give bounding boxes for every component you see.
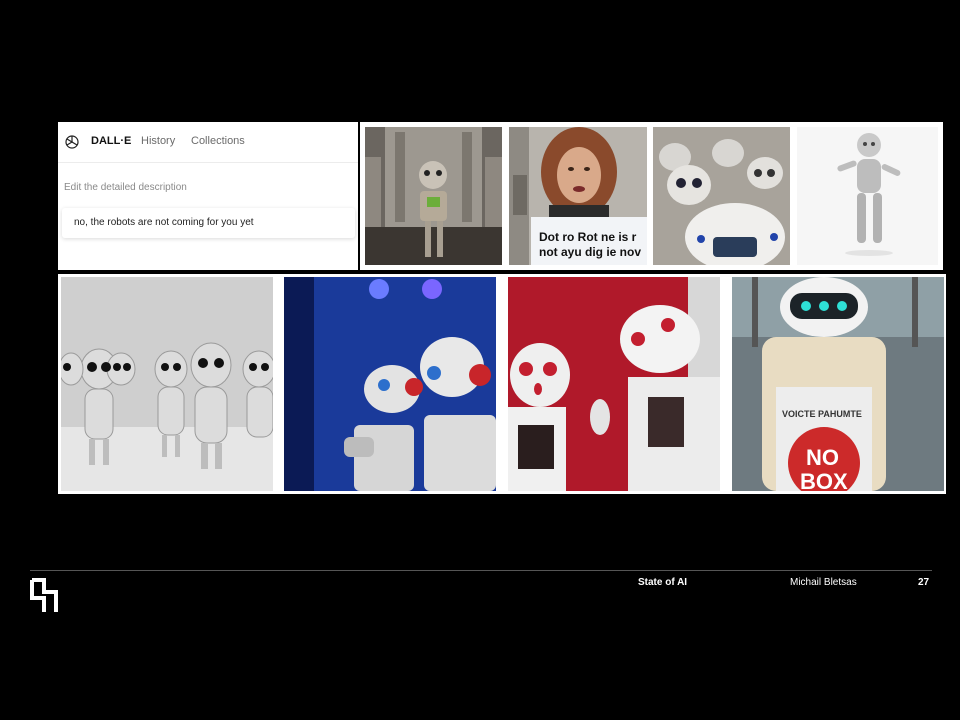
sign-line-2: not ayu dig ie nov xyxy=(539,245,641,259)
sign-line-1: Dot ro Rot ne is r xyxy=(539,230,637,244)
robot-image-6[interactable] xyxy=(284,277,496,491)
footer-title: State of AI xyxy=(638,577,688,588)
prompt-input[interactable]: no, the robots are not coming for you ye… xyxy=(62,208,355,238)
page-number: 27 xyxy=(918,577,930,588)
footer-author: Michail Bletsas xyxy=(790,577,857,588)
robot-image-7[interactable] xyxy=(508,277,720,491)
prompt-text[interactable]: no, the robots are not coming for you ye… xyxy=(74,217,254,228)
robot-image-5[interactable] xyxy=(61,277,273,491)
sign-no-text: NO xyxy=(806,445,839,470)
brand-logo-icon xyxy=(30,578,58,612)
robot-image-1[interactable] xyxy=(365,127,502,265)
nav-collections[interactable]: Collections xyxy=(191,135,245,147)
robot-image-2[interactable]: Dot ro Rot ne is r not ayu dig ie nov xyxy=(509,127,647,265)
sign-box-text: BOX xyxy=(800,469,848,491)
slide: DALL·E History Collections Edit the deta… xyxy=(0,0,960,720)
bottom-image-strip: VOICTE PAHUMTE NO BOX xyxy=(58,274,946,494)
dalle-panel: DALL·E History Collections Edit the deta… xyxy=(58,122,358,270)
robot-image-3[interactable] xyxy=(653,127,790,265)
dalle-brand[interactable]: DALL·E xyxy=(91,135,131,147)
dalle-header: DALL·E History Collections xyxy=(58,122,358,163)
top-image-strip: Dot ro Rot ne is r not ayu dig ie nov xyxy=(360,122,943,270)
edit-hint: Edit the detailed description xyxy=(64,182,187,193)
sign-small-text: VOICTE PAHUMTE xyxy=(782,409,862,419)
footer-divider xyxy=(30,570,932,571)
robot-image-4[interactable] xyxy=(797,127,938,265)
openai-logo-icon xyxy=(65,135,79,149)
nav-history[interactable]: History xyxy=(141,135,175,147)
robot-image-8[interactable]: VOICTE PAHUMTE NO BOX xyxy=(732,277,944,491)
